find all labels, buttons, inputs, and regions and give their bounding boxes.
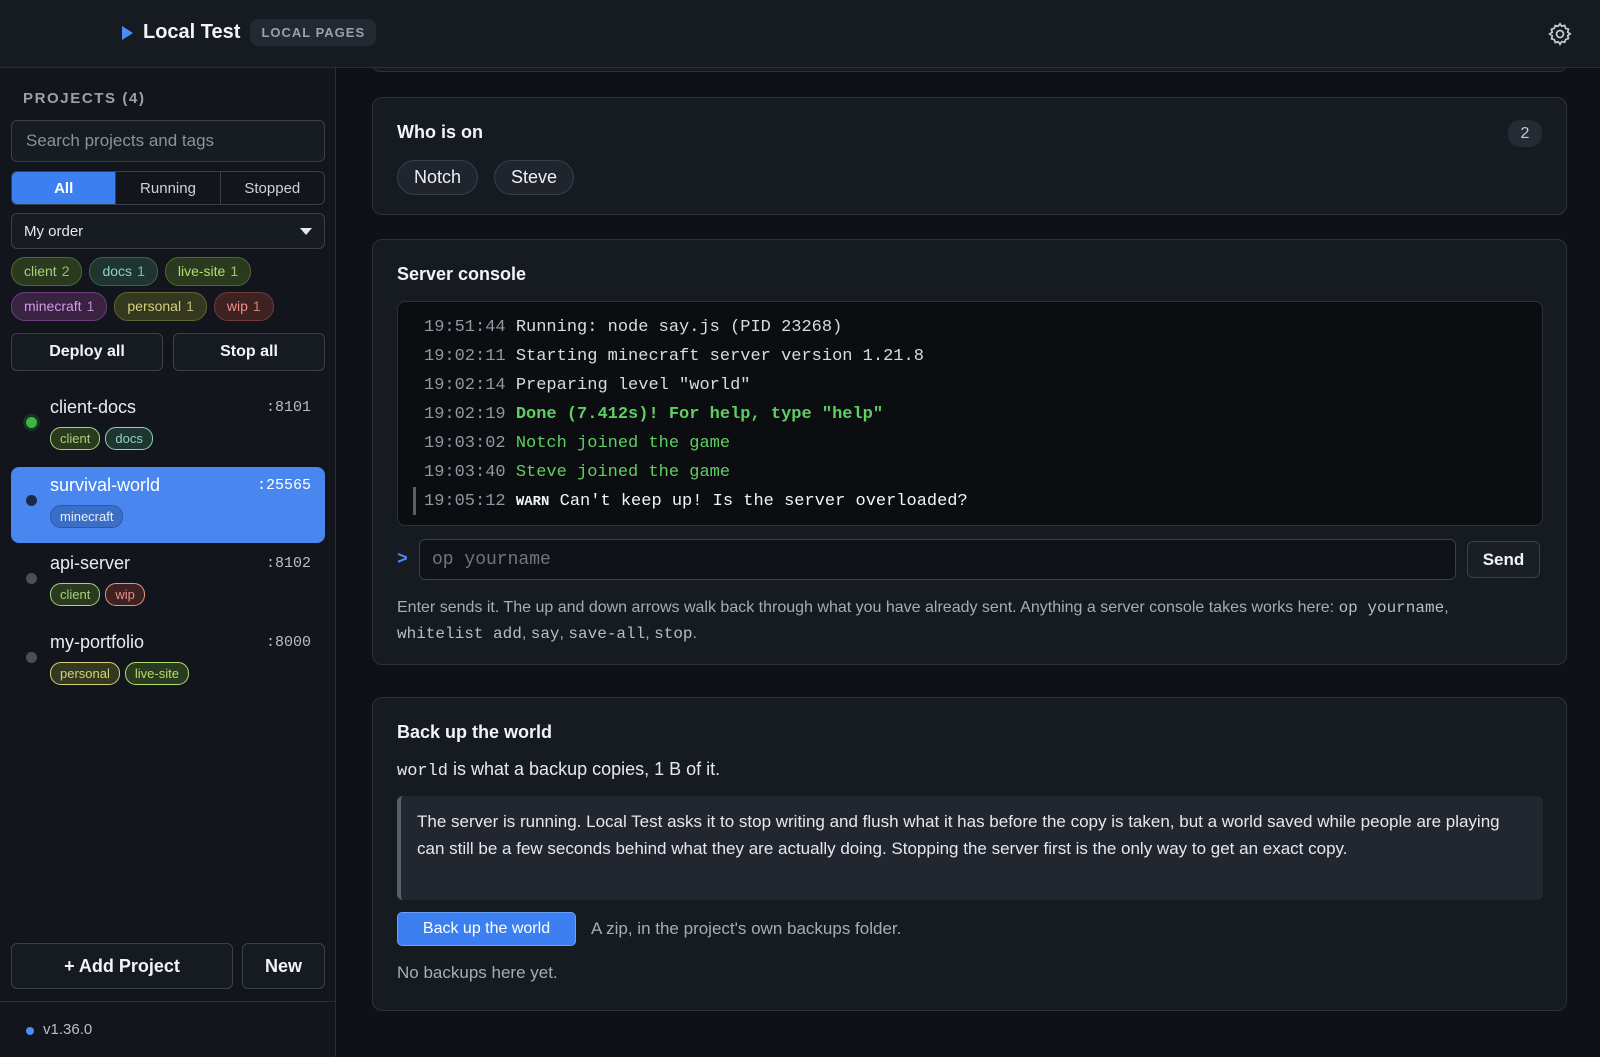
player-count-badge: 2 [1508, 120, 1542, 147]
backup-title: Back up the world [397, 722, 553, 742]
project-name: client-docs [50, 397, 137, 417]
server-console-title: Server console [397, 264, 527, 284]
backup-card: Back up the world world is what a backup… [372, 697, 1567, 1011]
console-line: 19:02:14 Preparing level "world" [424, 376, 751, 395]
server-console-card: Server console 19:51:44 Running: node sa… [372, 239, 1567, 665]
stop-all-button[interactable]: Stop all [173, 333, 325, 371]
tag-count: 1 [230, 263, 239, 279]
sidebar-footer: v1.36.0 [0, 1001, 336, 1057]
previous-card-edge [372, 68, 1567, 72]
console-line: 19:02:19 Done (7.412s)! For help, type "… [424, 405, 884, 424]
who-is-on-title: Who is on [397, 122, 483, 142]
project-tag: live-site [124, 662, 189, 685]
project-tags: personal live-site [50, 662, 189, 685]
tag-filter-docs[interactable]: docs 1 [89, 257, 158, 286]
tag-name: docs [102, 263, 133, 279]
console-output: 19:51:44 Running: node say.js (PID 23268… [397, 301, 1543, 526]
project-tag: wip [105, 583, 145, 606]
send-button[interactable]: Send [1467, 541, 1540, 578]
console-line: 19:02:11 Starting minecraft server versi… [424, 347, 924, 366]
top-bar: Local Test LOCAL PAGES [0, 0, 1600, 68]
filter-all[interactable]: All [12, 172, 117, 204]
backups-empty-text: No backups here yet. [397, 963, 558, 982]
app-title: Local Test [143, 21, 241, 43]
status-filter: All Running Stopped [11, 171, 325, 205]
app-badge: LOCAL PAGES [250, 19, 377, 46]
scroll-marker [413, 487, 416, 515]
project-tags: minecraft [50, 505, 124, 528]
chevron-down-icon [300, 227, 312, 235]
projects-heading: PROJECTS (4) [23, 90, 146, 107]
project-item-api-server[interactable]: api-server :8102 client wip [11, 545, 325, 621]
add-project-button[interactable]: + Add Project [11, 943, 233, 989]
version-label: v1.36.0 [43, 1021, 93, 1038]
tag-count: 1 [186, 298, 194, 314]
back-up-world-button[interactable]: Back up the world [397, 912, 576, 946]
sort-value: My order [24, 222, 84, 240]
prompt-symbol: > [397, 550, 408, 570]
tag-count: 1 [86, 298, 95, 314]
player-chip: Notch [397, 160, 479, 195]
tag-name: personal [127, 298, 182, 314]
tag-name: client [24, 263, 57, 279]
project-tag: client [50, 427, 101, 450]
player-chip: Steve [494, 160, 575, 195]
console-line: 19:03:40 Steve joined the game [424, 463, 731, 482]
project-name: survival-world [50, 475, 161, 495]
filter-stopped[interactable]: Stopped [221, 172, 324, 204]
console-line: 19:51:44 Running: node say.js (PID 23268… [424, 318, 843, 337]
sidebar: PROJECTS (4) All Running Stopped My orde… [0, 68, 336, 1057]
backup-note: The server is running. Local Test asks i… [397, 796, 1543, 900]
tag-filter-live-site[interactable]: live-site 1 [164, 257, 252, 286]
search-input[interactable] [11, 120, 325, 162]
new-button[interactable]: New [242, 943, 325, 989]
project-name: api-server [50, 553, 131, 573]
project-tag: personal [50, 662, 120, 685]
project-item-my-portfolio[interactable]: my-portfolio :8000 personal live-site [11, 624, 325, 700]
console-line: 19:03:02 Notch joined the game [424, 434, 731, 453]
status-dot [26, 652, 37, 663]
filter-running[interactable]: Running [116, 172, 221, 204]
backup-hint: A zip, in the project's own backups fold… [591, 919, 902, 938]
console-help-text: Enter sends it. The up and down arrows w… [397, 599, 1449, 643]
main-content: Who is on 2 Notch Steve Server console 1… [337, 68, 1600, 1057]
version-dot [26, 1027, 34, 1035]
status-dot [26, 495, 37, 506]
sort-select[interactable]: My order [11, 213, 325, 249]
project-tag: docs [105, 427, 153, 450]
project-tag: minecraft [50, 505, 124, 528]
project-tag: client [50, 583, 101, 606]
tag-count: 1 [252, 298, 261, 314]
tag-filter-personal[interactable]: personal 1 [114, 292, 207, 321]
brand: Local Test LOCAL PAGES [122, 19, 377, 46]
backup-description: world is what a backup copies, 1 B of it… [397, 759, 721, 781]
console-command-input[interactable] [419, 539, 1456, 580]
tag-filter-wip[interactable]: wip 1 [213, 292, 274, 321]
deploy-all-button[interactable]: Deploy all [11, 333, 163, 371]
project-port: :8000 [265, 634, 311, 651]
tag-name: minecraft [24, 298, 82, 314]
play-icon [122, 25, 133, 40]
console-line: 19:05:12 WARN Can't keep up! Is the serv… [424, 492, 968, 511]
project-item-client-docs[interactable]: client-docs :8101 client docs [11, 389, 325, 465]
status-dot [26, 573, 37, 584]
tag-name: live-site [177, 263, 226, 279]
tag-count: 2 [61, 263, 70, 279]
project-port: :8101 [265, 399, 311, 416]
status-dot [26, 417, 37, 428]
tag-filter-client[interactable]: client 2 [11, 257, 83, 286]
tag-filter-minecraft[interactable]: minecraft 1 [11, 292, 108, 321]
gear-icon[interactable] [1547, 21, 1573, 47]
project-tags: client docs [50, 427, 153, 450]
project-port: :8102 [265, 555, 311, 572]
who-is-on-card: Who is on 2 Notch Steve [372, 97, 1567, 215]
tag-count: 1 [137, 263, 145, 279]
project-name: my-portfolio [50, 632, 145, 652]
tag-filter-list: client 2 docs 1 live-site 1 minecraft 1 pers… [11, 257, 329, 321]
tag-name: wip [226, 298, 248, 314]
project-port: :25565 [256, 477, 311, 494]
project-item-survival-world[interactable]: survival-world :25565 minecraft [11, 467, 325, 543]
project-tags: client wip [50, 583, 145, 606]
